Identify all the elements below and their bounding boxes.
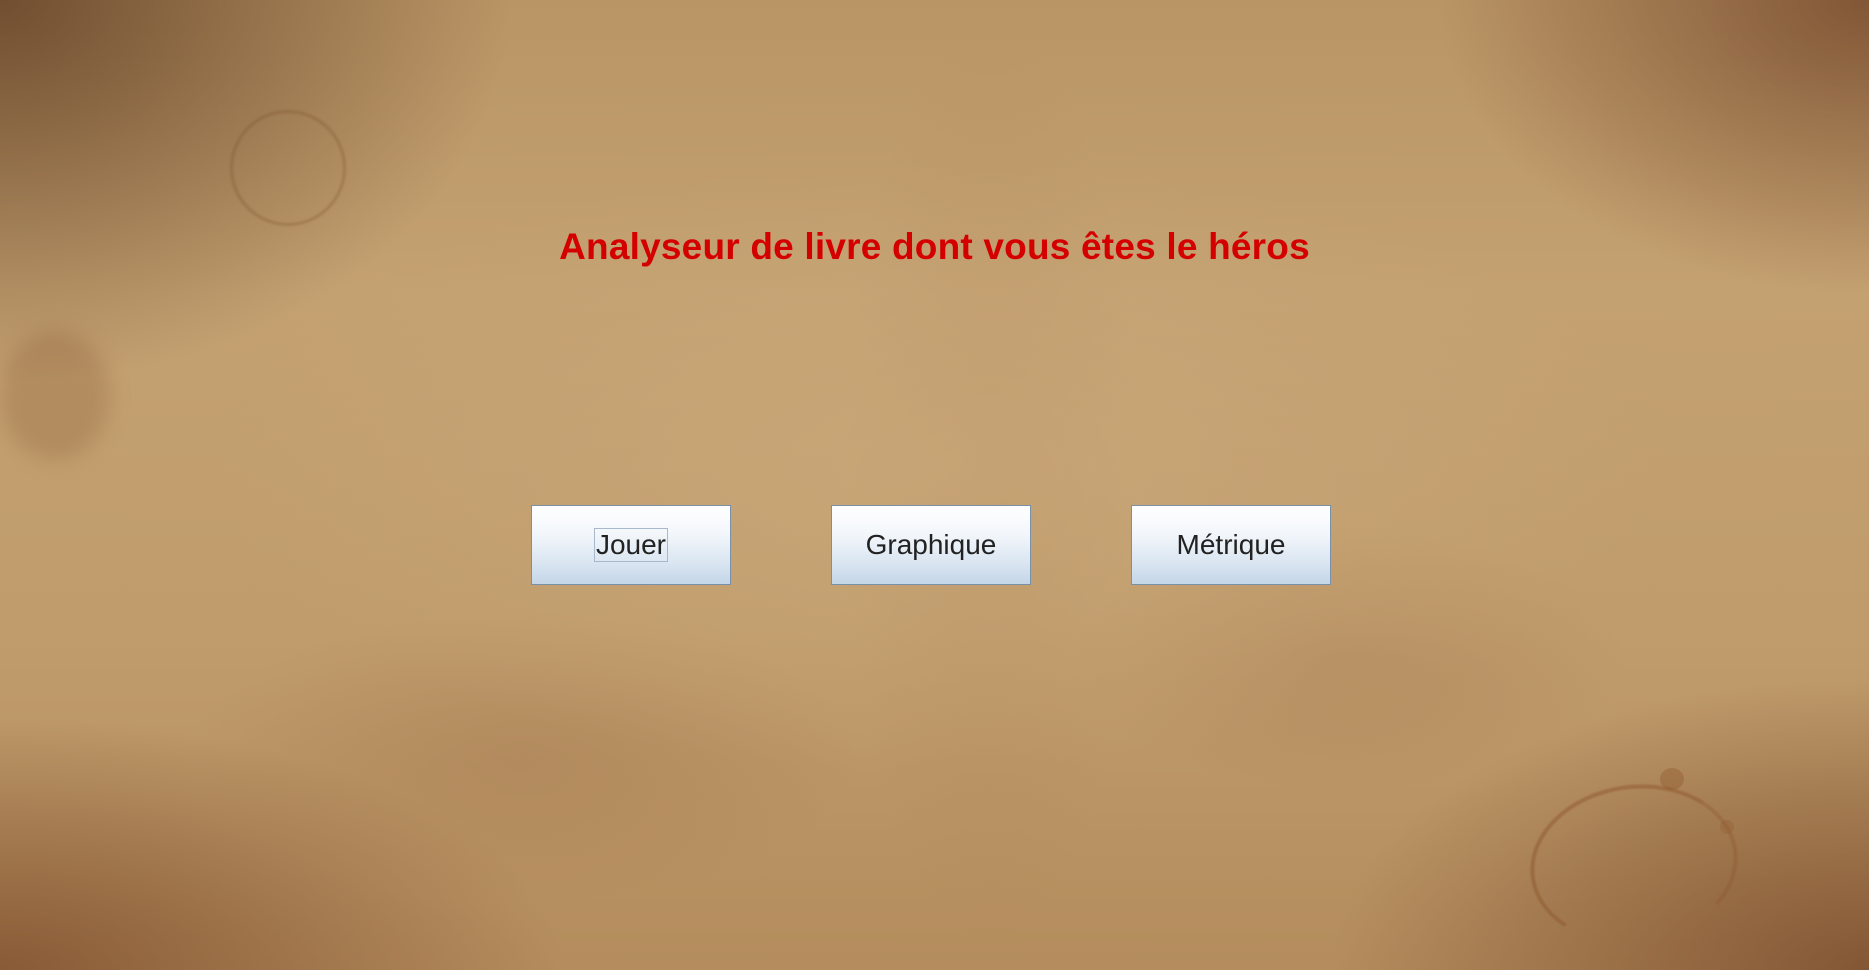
metrics-button-label: Métrique — [1176, 529, 1286, 560]
coffee-stain-top-left — [230, 110, 346, 226]
play-button[interactable]: Jouer — [531, 505, 731, 585]
coffee-drop — [1720, 820, 1734, 834]
coffee-ring-bottom-right — [1520, 771, 1748, 957]
play-button-label: Jouer — [593, 528, 669, 562]
metrics-button[interactable]: Métrique — [1131, 505, 1331, 585]
graph-button-label: Graphique — [865, 529, 997, 560]
app-title: Analyseur de livre dont vous êtes le hér… — [559, 226, 1310, 267]
coffee-drop — [1660, 768, 1684, 790]
graph-button[interactable]: Graphique — [831, 505, 1031, 585]
stain-blotch-left — [0, 330, 110, 460]
